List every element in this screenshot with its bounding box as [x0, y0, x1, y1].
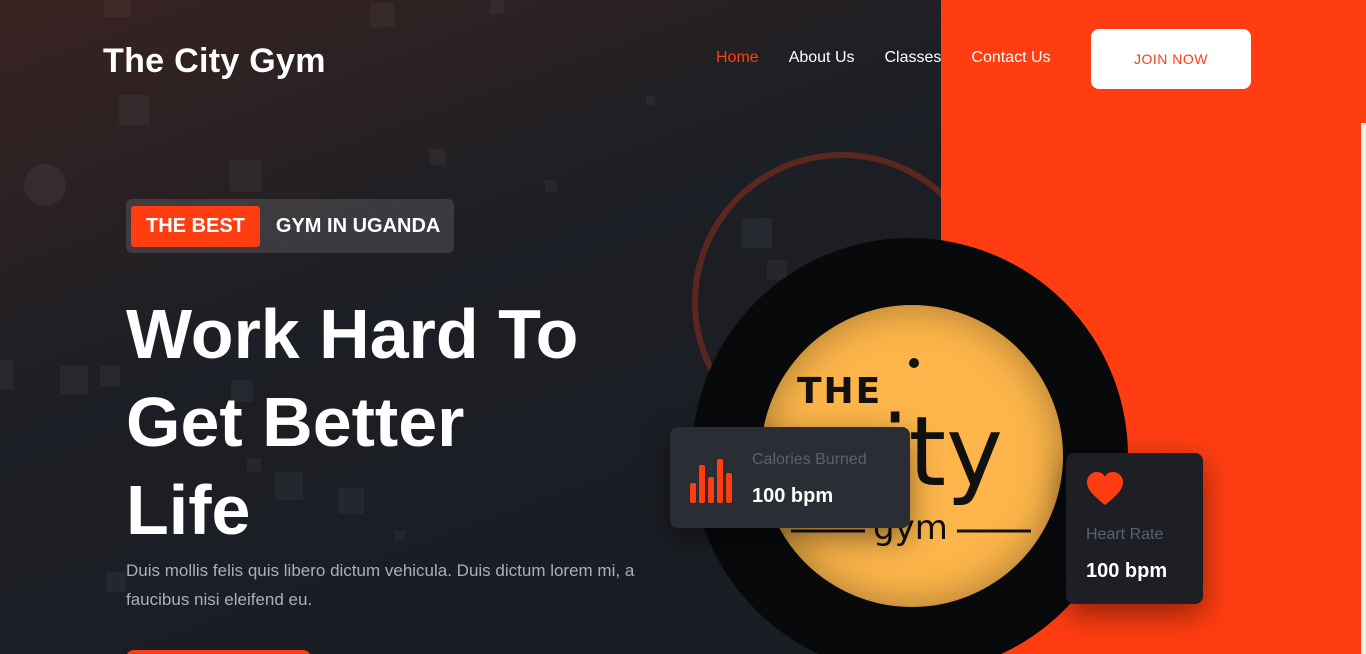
main-nav: Home About Us Classes Contact Us	[716, 49, 1081, 67]
calories-value: 100 bpm	[752, 485, 834, 507]
background-square	[430, 149, 446, 165]
background-square	[60, 366, 88, 394]
background-square	[545, 180, 557, 192]
nav-classes[interactable]: Classes	[885, 49, 942, 67]
heart-rate-card: Heart Rate 100 bpm	[1066, 453, 1203, 604]
headline-line: Get Better	[126, 383, 465, 461]
background-square	[106, 572, 126, 592]
headline-line: Life	[126, 471, 251, 549]
nav-about-us[interactable]: About Us	[789, 49, 855, 67]
background-square	[230, 160, 262, 192]
page-scrollbar[interactable]	[1361, 123, 1366, 654]
calories-label: Calories Burned	[752, 451, 867, 468]
background-square	[490, 0, 504, 14]
logo-i-dot	[909, 358, 919, 368]
heart-icon	[1087, 472, 1123, 505]
hero-tagline: THE BEST GYM IN UGANDA	[126, 199, 454, 253]
background-square	[104, 0, 130, 17]
heart-rate-value: 100 bpm	[1086, 560, 1168, 582]
background-square	[119, 95, 149, 125]
nav-contact-us[interactable]: Contact Us	[971, 49, 1050, 67]
bar-chart-icon	[690, 459, 732, 503]
headline-line: Work Hard To	[126, 295, 579, 373]
background-square	[646, 96, 655, 105]
hero-headline: Work Hard To Get Better Life	[126, 290, 686, 554]
background-square	[100, 366, 120, 386]
nav-home[interactable]: Home	[716, 49, 759, 67]
background-square	[0, 360, 14, 390]
hero-cta-button[interactable]	[126, 650, 311, 654]
hero-description: Duis mollis felis quis libero dictum veh…	[126, 561, 635, 609]
tagline-text: GYM IN UGANDA	[275, 214, 441, 237]
calories-card: Calories Burned 100 bpm	[670, 427, 910, 528]
tagline-highlight: THE BEST	[131, 205, 260, 247]
heart-rate-label: Heart Rate	[1086, 526, 1164, 543]
background-square	[370, 3, 394, 27]
background-dot	[24, 164, 66, 206]
brand-logo[interactable]: The City Gym	[103, 42, 326, 81]
join-now-button[interactable]: JOIN NOW	[1091, 29, 1251, 89]
